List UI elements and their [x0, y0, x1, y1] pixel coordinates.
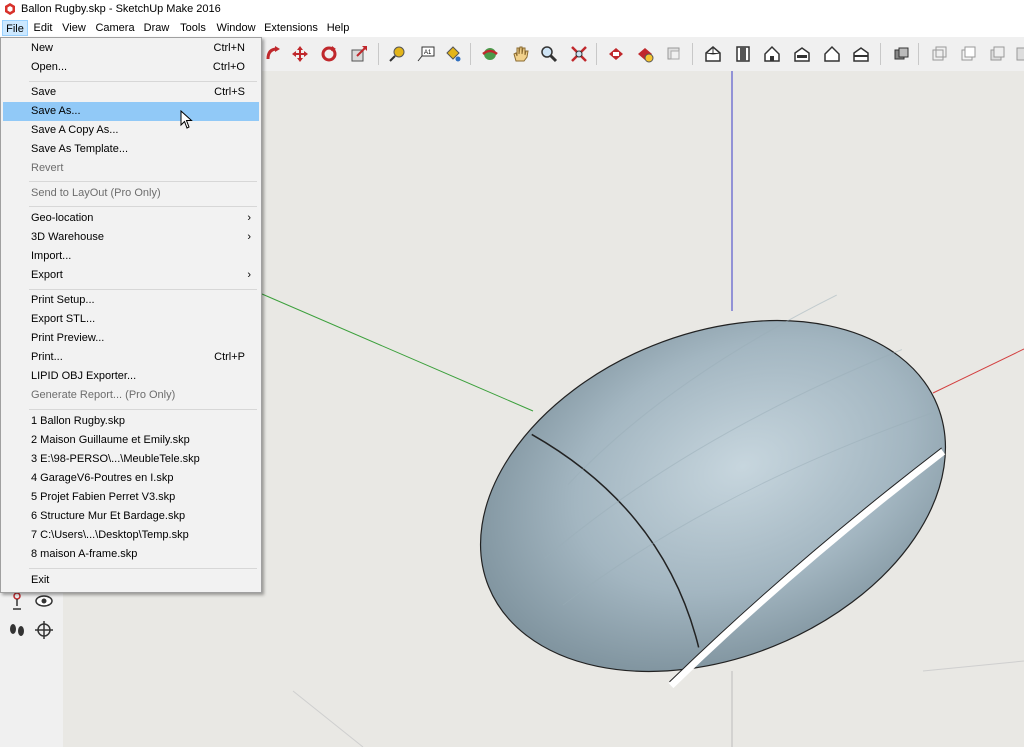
menu-item-generate-report: Generate Report... (Pro Only)	[31, 389, 176, 401]
menu-separator	[29, 409, 257, 410]
title-bar: Ballon Rugby.skp - SketchUp Make 2016	[0, 0, 1024, 19]
menu-bar: File Edit View Camera Draw Tools Window …	[0, 19, 1024, 37]
shaded-icon[interactable]	[985, 42, 1009, 66]
menu-item-export[interactable]: Export ›	[3, 266, 259, 285]
recent-file-6[interactable]: 6 Structure Mur Et Bardage.skp	[3, 507, 259, 526]
rugby-ball-model	[479, 294, 947, 689]
zoom-extents-icon[interactable]	[567, 42, 591, 66]
recent-file-2[interactable]: 2 Maison Guillaume et Emily.skp	[3, 431, 259, 450]
3d-warehouse-icon[interactable]	[604, 42, 628, 66]
menu-item-3d-warehouse[interactable]: 3D Warehouse ›	[3, 228, 259, 247]
tape-measure-icon[interactable]	[385, 42, 409, 66]
menu-item-save-copy-as[interactable]: Save A Copy As...	[3, 121, 259, 140]
xray-icon[interactable]	[889, 42, 913, 66]
follow-me-icon[interactable]	[262, 42, 286, 66]
text-icon[interactable]: A1	[414, 42, 438, 66]
menu-item-lipid-obj-exporter[interactable]: LIPID OBJ Exporter...	[3, 367, 259, 386]
menu-item-print-preview[interactable]: Print Preview...	[3, 329, 259, 348]
paint-bucket-icon[interactable]	[441, 42, 465, 66]
menu-item-revert: Revert	[31, 162, 64, 174]
mouse-cursor-icon	[180, 110, 193, 129]
back-view-icon[interactable]	[820, 42, 844, 66]
iso-view-icon[interactable]	[701, 42, 725, 66]
menu-window[interactable]: Window	[215, 20, 257, 36]
menu-camera[interactable]: Camera	[95, 20, 135, 36]
menu-item-exit[interactable]: Exit	[3, 571, 259, 590]
top-view-icon[interactable]	[731, 42, 755, 66]
recent-file-7[interactable]: 7 C:\Users\...\Desktop\Temp.skp	[3, 526, 259, 545]
recent-file-8[interactable]: 8 maison A-frame.skp	[3, 545, 259, 564]
scale-icon[interactable]	[347, 42, 371, 66]
look-around-icon[interactable]	[33, 590, 55, 612]
menu-separator	[29, 568, 257, 569]
front-view-icon[interactable]	[760, 42, 784, 66]
left-view-icon[interactable]	[849, 42, 873, 66]
hidden-line-icon[interactable]	[956, 42, 980, 66]
orbit-icon[interactable]	[478, 42, 502, 66]
pan-icon[interactable]	[508, 42, 532, 66]
svg-text:A1: A1	[424, 50, 432, 56]
right-view-icon[interactable]	[790, 42, 814, 66]
section-plane-icon[interactable]	[33, 619, 55, 641]
menu-view[interactable]: View	[60, 20, 88, 36]
menu-item-save-as[interactable]: Save As...	[3, 102, 259, 121]
submenu-arrow-icon: ›	[247, 212, 251, 224]
menu-item-save[interactable]: Save Ctrl+S	[3, 83, 259, 102]
menu-separator	[29, 81, 257, 82]
menu-item-open[interactable]: Open... Ctrl+O	[3, 58, 259, 77]
zoom-icon[interactable]	[537, 42, 561, 66]
menu-separator	[29, 289, 257, 290]
move-icon[interactable]	[288, 42, 312, 66]
extension-warehouse-icon[interactable]	[662, 42, 686, 66]
recent-file-4[interactable]: 4 GarageV6-Poutres en I.skp	[3, 469, 259, 488]
menu-item-import[interactable]: Import...	[3, 247, 259, 266]
submenu-arrow-icon: ›	[247, 231, 251, 243]
menu-edit[interactable]: Edit	[32, 20, 54, 36]
menu-item-send-to-layout: Send to LayOut (Pro Only)	[31, 187, 161, 199]
menu-separator	[29, 206, 257, 207]
menu-help[interactable]: Help	[325, 20, 351, 36]
recent-file-5[interactable]: 5 Projet Fabien Perret V3.skp	[3, 488, 259, 507]
ground-line-diag-2	[922, 660, 1024, 672]
red-axis	[932, 348, 1024, 394]
menu-item-save-as-template[interactable]: Save As Template...	[3, 140, 259, 159]
window-title: Ballon Rugby.skp - SketchUp Make 2016	[21, 3, 221, 15]
menu-item-print-setup[interactable]: Print Setup...	[3, 291, 259, 310]
share-model-icon[interactable]	[633, 42, 657, 66]
menu-item-print[interactable]: Print... Ctrl+P	[3, 348, 259, 367]
recent-file-3[interactable]: 3 E:\98-PERSO\...\MeubleTele.skp	[3, 450, 259, 469]
rotate-icon[interactable]	[317, 42, 341, 66]
file-menu-dropdown: New Ctrl+N Open... Ctrl+O Save Ctrl+S Save …	[0, 37, 262, 593]
green-axis	[261, 293, 534, 412]
walk-icon[interactable]	[6, 619, 28, 641]
submenu-arrow-icon: ›	[247, 269, 251, 281]
sketchup-logo-icon	[5, 3, 15, 15]
menu-item-new[interactable]: New Ctrl+N	[3, 39, 259, 58]
menu-item-geo-location[interactable]: Geo-location ›	[3, 209, 259, 228]
menu-tools[interactable]: Tools	[178, 20, 208, 36]
wireframe-icon[interactable]	[927, 42, 951, 66]
menu-file[interactable]: File	[2, 20, 28, 36]
shaded-textures-icon[interactable]	[1010, 42, 1024, 66]
menu-extensions[interactable]: Extensions	[264, 20, 318, 36]
ground-line-diag	[292, 690, 364, 747]
menu-item-export-stl[interactable]: Export STL...	[3, 310, 259, 329]
position-camera-icon[interactable]	[6, 590, 28, 612]
menu-separator	[29, 181, 257, 182]
recent-file-1[interactable]: 1 Ballon Rugby.skp	[3, 412, 259, 431]
menu-draw[interactable]: Draw	[142, 20, 171, 36]
